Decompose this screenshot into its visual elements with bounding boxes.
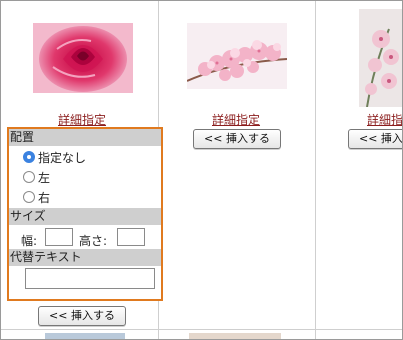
column-divider	[315, 1, 316, 339]
placement-option-none[interactable]: 指定なし	[23, 148, 86, 166]
radio-selected-icon[interactable]	[23, 151, 35, 163]
alt-text-input[interactable]	[25, 268, 155, 289]
rose-thumbnail[interactable]	[33, 23, 133, 93]
width-label: 幅:	[21, 234, 38, 248]
placement-option-label: 指定なし	[38, 150, 87, 165]
height-label: 高さ:	[79, 234, 108, 248]
detail-link-col3[interactable]: 詳細指定	[367, 111, 402, 128]
cherry-blossom-thumbnail[interactable]	[187, 23, 287, 89]
placement-option-right[interactable]: 右	[23, 188, 50, 206]
width-input[interactable]	[45, 228, 73, 246]
size-heading: サイズ	[9, 208, 161, 225]
alt-text-heading: 代替テキスト	[9, 249, 161, 266]
insert-button-col2[interactable]: << 挿入する	[193, 129, 281, 149]
radio-unselected-icon[interactable]	[23, 191, 35, 203]
next-row-thumbnail-col1[interactable]	[45, 333, 125, 339]
placement-option-label: 左	[38, 170, 51, 185]
rose-image	[33, 23, 133, 93]
row-divider	[1, 329, 402, 330]
blossom-image-partial	[359, 9, 402, 107]
next-row-thumbnail-col2[interactable]	[189, 333, 281, 339]
detail-link-col1[interactable]: 詳細指定	[58, 111, 106, 128]
height-input[interactable]	[117, 228, 145, 246]
placement-option-label: 右	[38, 190, 51, 205]
placement-option-left[interactable]: 左	[23, 168, 50, 186]
placement-heading: 配置	[9, 129, 161, 146]
insert-button-col1[interactable]: << 挿入する	[38, 306, 126, 326]
blossom-thumbnail-partial[interactable]	[359, 9, 402, 107]
image-insert-dialog: 詳細指定 詳細指定 詳細指定 << 挿入する << 挿入する 配置 指定なし 左…	[0, 0, 403, 340]
insert-button-col3[interactable]: << 挿入する	[348, 129, 402, 149]
image-options-panel: 配置 指定なし 左 右 サイズ 幅: 高さ: 代替テキスト	[7, 127, 163, 301]
cherry-blossom-image	[187, 23, 287, 89]
detail-link-col2[interactable]: 詳細指定	[212, 111, 260, 128]
radio-unselected-icon[interactable]	[23, 171, 35, 183]
